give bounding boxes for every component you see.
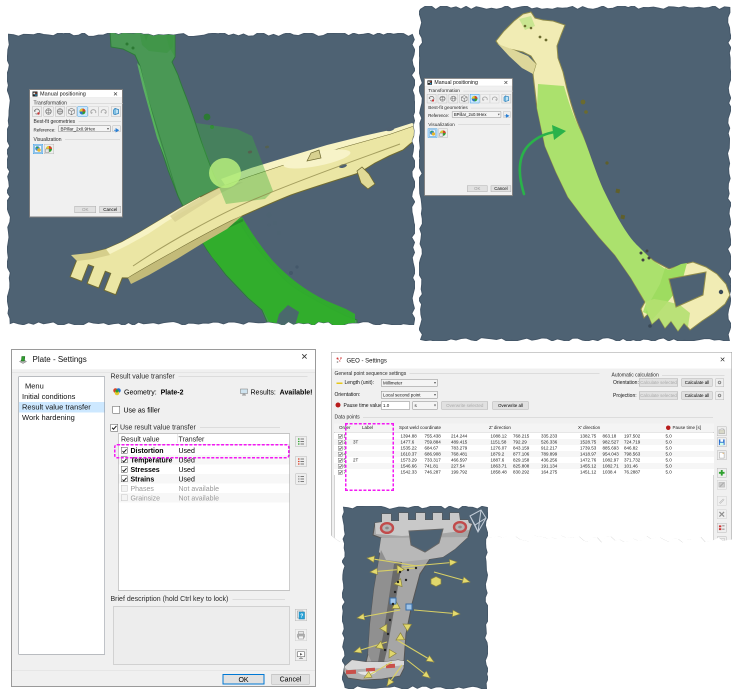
svg-text:?: ?: [300, 613, 303, 619]
